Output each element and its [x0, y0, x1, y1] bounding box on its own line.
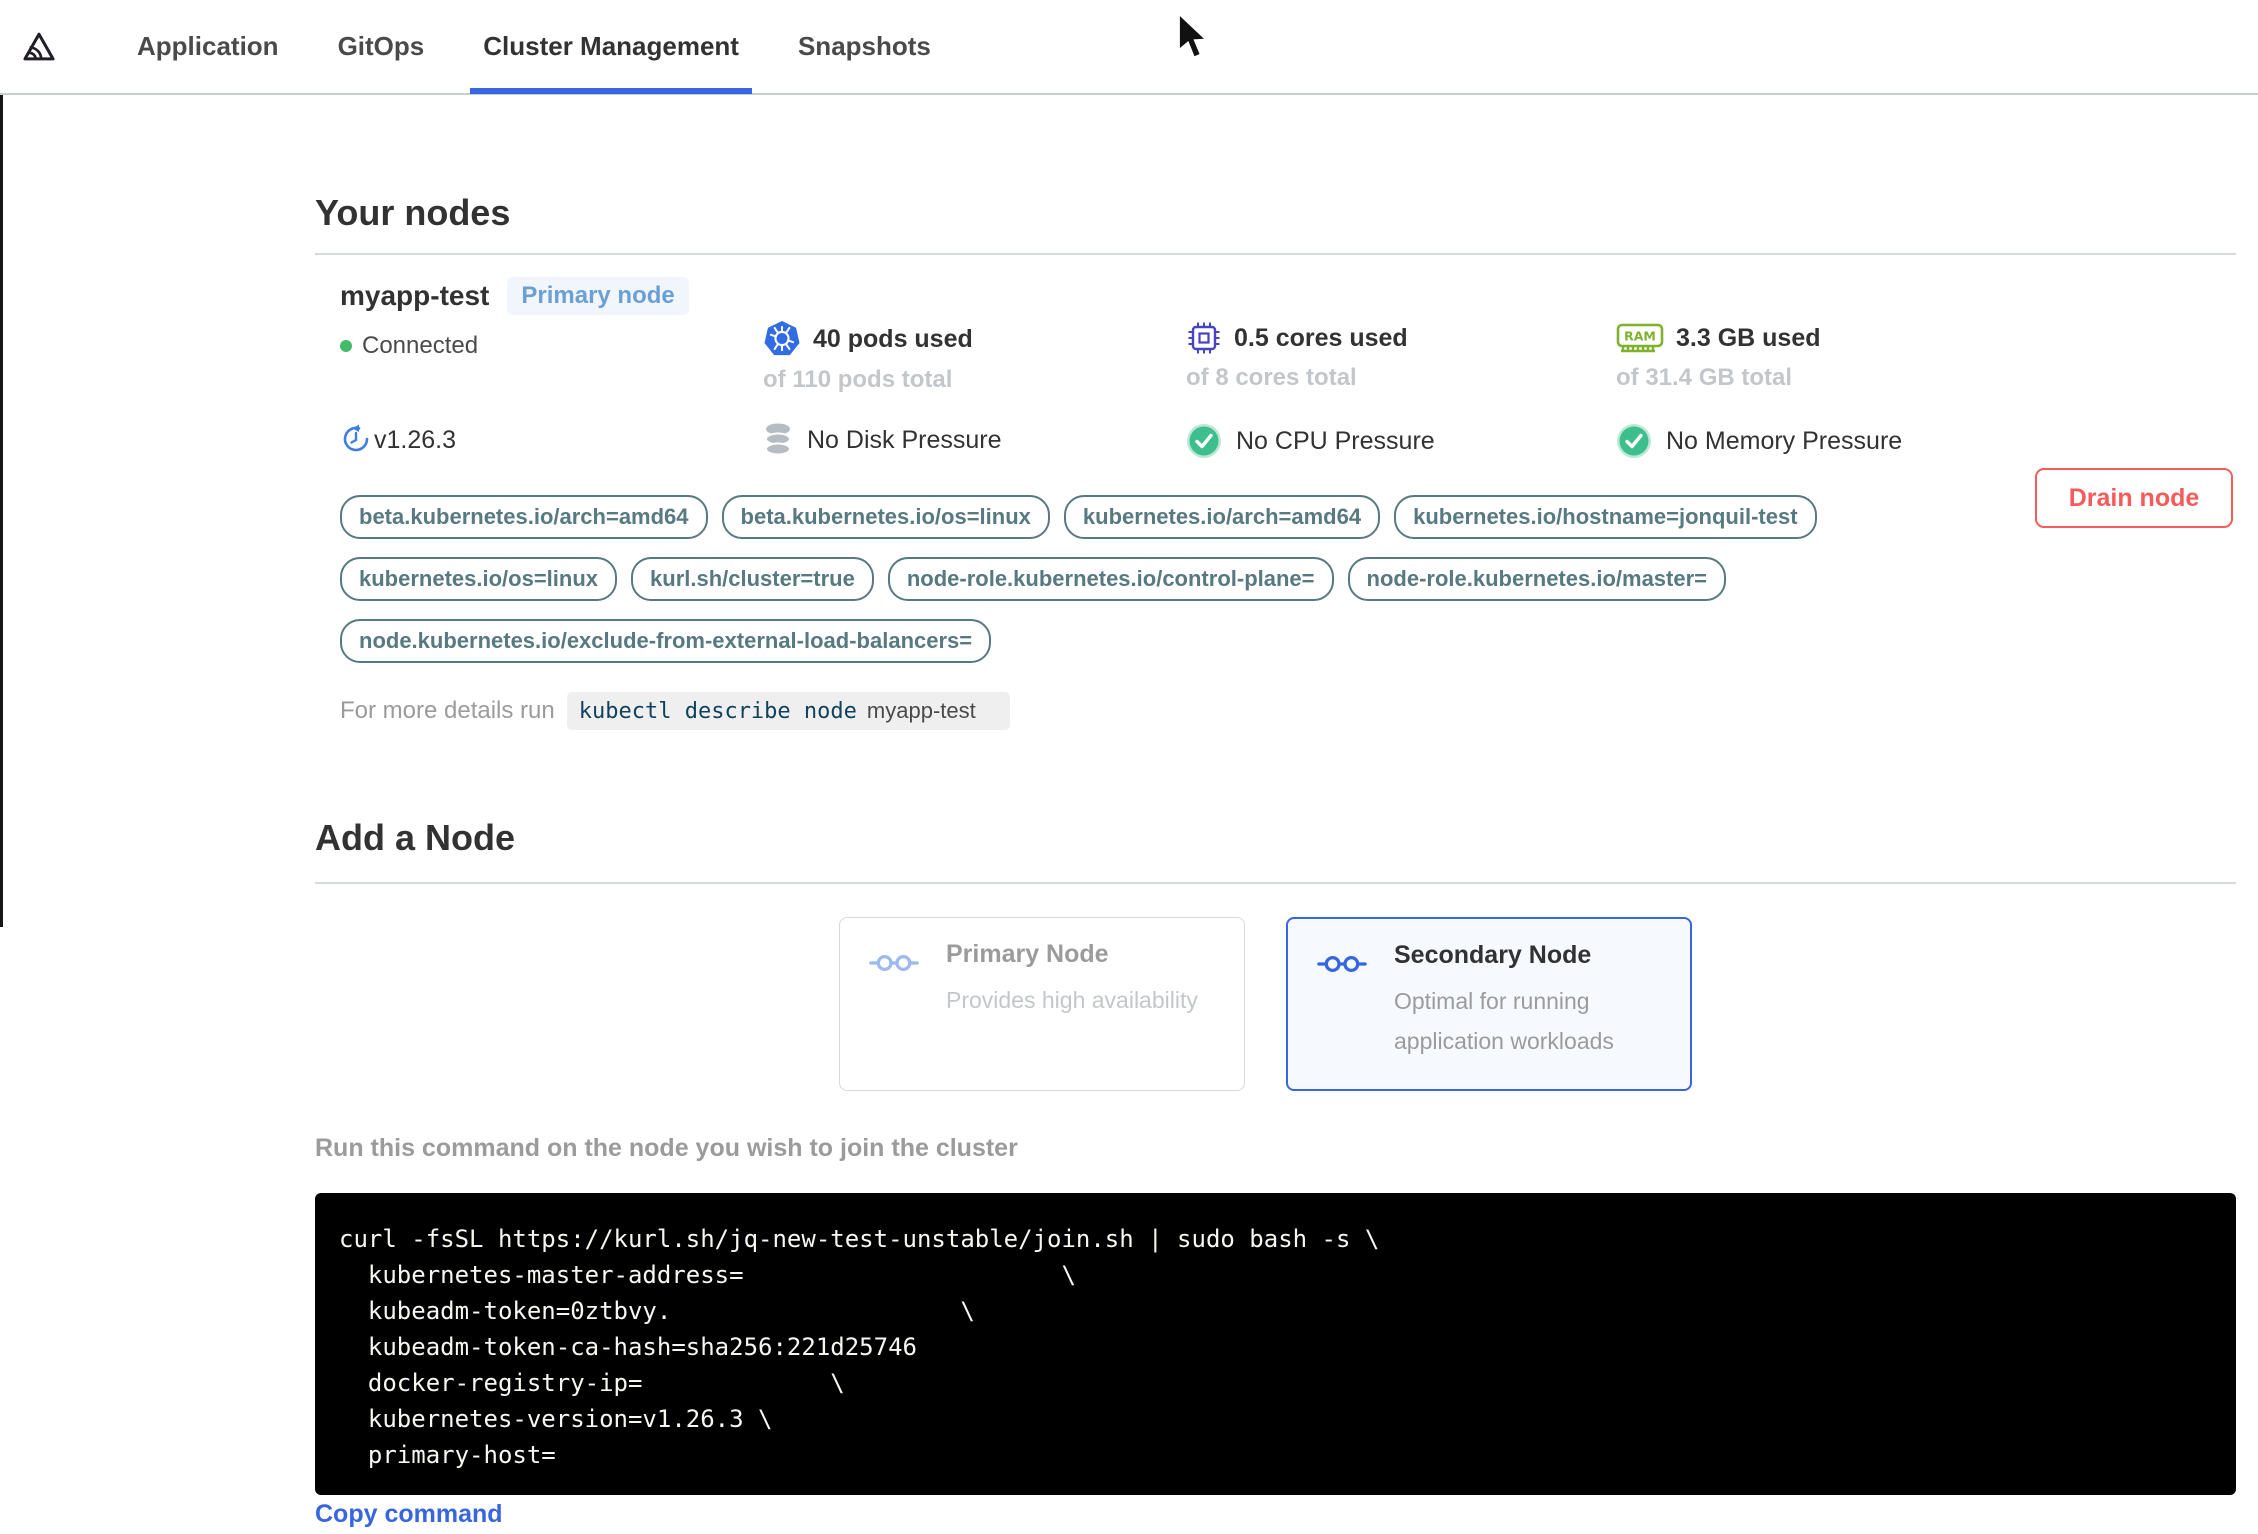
disk-pressure: No Disk Pressure	[763, 423, 1002, 457]
node-name: myapp-test	[340, 280, 490, 311]
tab-cluster-management[interactable]: Cluster Management	[470, 0, 752, 94]
code-line: kubeadm-token-ca-hash=sha256:221d25746	[339, 1333, 917, 1361]
primary-node-card-desc: Provides high availability	[946, 987, 1198, 1013]
your-nodes-title: Your nodes	[315, 192, 511, 233]
node-version: v1.26.3	[340, 423, 456, 455]
pods-used-label: 40 pods used	[813, 324, 973, 353]
ram-icon: RAM	[1616, 323, 1664, 353]
kubectl-command-chip: kubectl describe node myapp-test	[566, 692, 1010, 730]
kubectl-command: kubectl describe node	[578, 698, 857, 724]
pods-stat: 40 pods used of 110 pods total	[763, 320, 973, 394]
kubernetes-icon	[764, 321, 800, 356]
node-label-pill: kubernetes.io/arch=amd64	[1063, 495, 1381, 539]
secondary-node-card-desc: Optimal for running application workload…	[1394, 988, 1614, 1054]
top-nav: Application GitOps Cluster Management Sn…	[0, 0, 2258, 95]
node-label-pill: kubernetes.io/hostname=jonquil-test	[1394, 495, 1817, 539]
code-line: curl -fsSL https://kurl.sh/jq-new-test-u…	[339, 1225, 1380, 1253]
check-icon	[1187, 424, 1221, 458]
primary-node-card-title: Primary Node	[946, 940, 1109, 968]
add-node-title: Add a Node	[315, 817, 516, 858]
connected-dot-icon	[340, 340, 352, 352]
section-divider	[315, 253, 2236, 255]
tab-gitops[interactable]: GitOps	[325, 0, 438, 94]
ram-stat: RAM 3.3 GB used of 31.4 GB total	[1616, 320, 1821, 392]
node-details-hint: For more details run kubectl describe no…	[340, 692, 1010, 730]
pods-total-label: of 110 pods total	[763, 366, 953, 393]
section-divider	[315, 882, 2236, 884]
node-type-options: Primary Node Provides high availability …	[839, 917, 1692, 1091]
node-version-label: v1.26.3	[374, 426, 457, 454]
node-label-pill: node.kubernetes.io/exclude-from-external…	[340, 619, 992, 663]
join-instruction: Run this command on the node you wish to…	[315, 1134, 1018, 1162]
node-labels: beta.kubernetes.io/arch=amd64 beta.kuber…	[340, 495, 2020, 663]
drain-node-button[interactable]: Drain node	[2035, 468, 2233, 528]
node-label-pill: beta.kubernetes.io/arch=amd64	[340, 495, 708, 539]
cpu-stat: 0.5 cores used of 8 cores total	[1186, 320, 1408, 392]
check-icon	[1617, 424, 1651, 458]
tab-application[interactable]: Application	[124, 0, 292, 94]
node-link-icon	[1317, 955, 1367, 973]
cores-total-label: of 8 cores total	[1186, 364, 1357, 391]
node-link-icon	[869, 954, 919, 972]
cpu-pressure-label: No CPU Pressure	[1236, 426, 1435, 455]
tab-snapshots[interactable]: Snapshots	[785, 0, 944, 94]
window-left-edge	[0, 95, 3, 927]
join-command-block: curl -fsSL https://kurl.sh/jq-new-test-u…	[315, 1193, 2236, 1495]
node-label-pill: kubernetes.io/os=linux	[340, 557, 618, 601]
app-logo-icon[interactable]	[22, 28, 56, 66]
memory-pressure: No Memory Pressure	[1616, 423, 1902, 459]
node-label-pill: kurl.sh/cluster=true	[631, 557, 874, 601]
ram-used-label: 3.3 GB used	[1676, 323, 1821, 352]
code-line: docker-registry-ip= \	[339, 1369, 845, 1397]
code-line: primary-host=	[339, 1441, 556, 1469]
disk-icon	[765, 423, 791, 456]
disk-pressure-label: No Disk Pressure	[807, 425, 1002, 454]
svg-text:RAM: RAM	[1624, 329, 1656, 344]
kubectl-node-name: myapp-test	[866, 698, 976, 723]
main-content: Your nodes myapp-test Primary node Conne…	[315, 95, 2236, 1534]
version-update-icon	[343, 424, 369, 452]
node-status-label: Connected	[362, 332, 479, 359]
code-line: kubernetes-master-address= \	[339, 1261, 1076, 1289]
node-header: myapp-test Primary node	[340, 277, 689, 315]
primary-node-card[interactable]: Primary Node Provides high availability	[839, 917, 1245, 1091]
memory-pressure-label: No Memory Pressure	[1666, 426, 1903, 455]
cpu-pressure: No CPU Pressure	[1186, 423, 1435, 459]
mouse-cursor	[1178, 12, 1209, 59]
secondary-node-card-title: Secondary Node	[1394, 941, 1592, 969]
code-line: kubeadm-token=0ztbvy. \	[339, 1297, 975, 1325]
copy-command-link[interactable]: Copy command	[315, 1500, 503, 1529]
code-line: kubernetes-version=v1.26.3 \	[339, 1405, 773, 1433]
nav-tabs: Application GitOps Cluster Management Sn…	[124, 0, 977, 94]
ram-total-label: of 31.4 GB total	[1616, 364, 1793, 391]
node-label-pill: node-role.kubernetes.io/master=	[1347, 557, 1727, 601]
primary-node-badge: Primary node	[507, 277, 689, 315]
details-prefix: For more details run	[340, 697, 555, 724]
node-status: Connected	[340, 332, 478, 360]
node-label-pill: beta.kubernetes.io/os=linux	[721, 495, 1050, 539]
node-label-pill: node-role.kubernetes.io/control-plane=	[887, 557, 1334, 601]
cpu-icon	[1188, 322, 1220, 354]
cores-used-label: 0.5 cores used	[1234, 323, 1408, 352]
secondary-node-card[interactable]: Secondary Node Optimal for running appli…	[1286, 917, 1692, 1091]
